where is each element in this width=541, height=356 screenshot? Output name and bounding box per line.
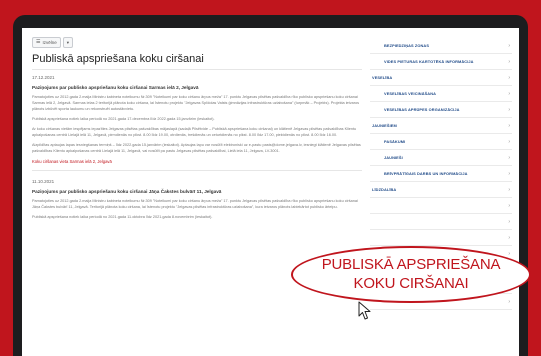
post-date: 11.10.2021 (32, 179, 55, 184)
sidebar-item[interactable]: LĪDZDALĪBA › (370, 182, 512, 198)
chevron-right-icon: › (508, 74, 510, 81)
sidebar-item[interactable]: VESELĪBAS VEICINĀŠANA › (370, 86, 512, 102)
dropdown-button[interactable]: ▾ (62, 36, 74, 48)
sidebar-item[interactable]: BRĪVPRĀTĪGAIS DARBS UN INFORMĀCIJA › (370, 166, 512, 182)
post-paragraph: Pamatojoties uz 2012.gada 2.maija Minist… (32, 199, 358, 209)
main-content: ☰ Izvēlne ▾ Publiskā apspriešana koku ci… (32, 36, 362, 224)
sidebar-item[interactable]: › (370, 198, 512, 214)
post-date: 17.12.2021 (32, 75, 55, 80)
chevron-right-icon: › (508, 170, 510, 177)
sidebar-item[interactable]: VIDES PIETURAS KARTOTĒKĀ INFORMĀCIJA › (370, 54, 512, 70)
callout-banner: PUBLISKĀ APSPRIEŠANA KOKU CIRŠANAI (291, 246, 531, 303)
sidebar-item-label: VIDES PIETURAS KARTOTĒKĀ INFORMĀCIJA (384, 59, 474, 64)
sidebar-item[interactable]: JAUNIEŠIEM › (370, 118, 512, 134)
chevron-down-icon: ▾ (66, 39, 70, 45)
sidebar-item[interactable]: › (370, 214, 512, 230)
divider (32, 69, 362, 70)
divider (32, 170, 362, 171)
post-heading[interactable]: Paziņojums par publisko apspriešanu koku… (32, 189, 362, 194)
chevron-right-icon: › (508, 234, 510, 241)
chevron-right-icon: › (508, 58, 510, 65)
post-paragraph: Aizpildītas aptaujas lapas iesniegšanas … (32, 143, 361, 153)
sidebar-item-label: JAUNIEŠIEM (372, 123, 397, 128)
toolbar: ☰ Izvēlne ▾ (32, 36, 362, 48)
post-paragraph: Ar koku ciršanas vietām iespējams iepazī… (32, 127, 357, 137)
sidebar-item[interactable]: VESELĪBAS APRŪPES ORGANIZĀCIJA › (370, 102, 512, 118)
chevron-right-icon: › (508, 218, 510, 225)
chevron-right-icon: › (508, 154, 510, 161)
chevron-right-icon: › (508, 106, 510, 113)
sidebar-item-label: LĪDZDALĪBA (372, 187, 397, 192)
page-title: Publiskā apspriešana koku ciršanai (32, 53, 204, 65)
menu-button-label: Izvēlne (42, 39, 57, 45)
callout-line-1: PUBLISKĀ APSPRIEŠANA (321, 256, 501, 273)
chevron-right-icon: › (508, 138, 510, 145)
chevron-right-icon: › (508, 122, 510, 129)
mouse-pointer-icon (358, 301, 371, 320)
sidebar-item[interactable]: PASĀKUMI › (370, 134, 512, 150)
post-paragraph: Pamatojoties uz 2012.gada 2.maija Minist… (32, 95, 359, 111)
sidebar-item[interactable]: JAUNIEŠI › (370, 150, 512, 166)
sidebar-item[interactable]: › (370, 230, 512, 246)
chevron-right-icon: › (508, 90, 510, 97)
chevron-right-icon: › (508, 202, 510, 209)
post-link[interactable]: Koku ciršanas vieta Sarmas ielā 2, Jelga… (32, 159, 362, 164)
post: 11.10.2021 Paziņojums par publisko apspri… (32, 179, 362, 220)
post: 17.12.2021 Paziņojums par publisko apspri… (32, 75, 362, 171)
sidebar-item-label: BEZPIEDZIŅAS ZONAS (384, 43, 430, 48)
post-heading[interactable]: Paziņojums par publisko apspriešanu koku… (32, 85, 362, 90)
hamburger-icon: ☰ (36, 38, 41, 45)
post-paragraph: Publiskā apspriešana notiek laika period… (32, 117, 215, 121)
posts-list: 17.12.2021 Paziņojums par publisko apspri… (32, 75, 362, 220)
sidebar-item-label: BRĪVPRĀTĪGAIS DARBS UN INFORMĀCIJA (384, 171, 468, 176)
sidebar-item[interactable]: BEZPIEDZIŅAS ZONAS › (370, 38, 512, 54)
chevron-right-icon: › (508, 298, 510, 305)
chevron-right-icon: › (508, 42, 510, 49)
menu-button[interactable]: ☰ Izvēlne (32, 36, 61, 48)
callout-line-2: KOKU CIRŠANAI (353, 275, 469, 292)
post-paragraph: Publiskā apspriešana notiek laika period… (32, 215, 213, 219)
sidebar-item-label: VESELĪBAS APRŪPES ORGANIZĀCIJA (384, 107, 460, 112)
sidebar-item-label: VESELĪBA (372, 75, 393, 80)
sidebar-item-label: JAUNIEŠI (384, 155, 403, 160)
chevron-right-icon: › (508, 186, 510, 193)
sidebar-item[interactable]: VESELĪBA › (370, 70, 512, 86)
sidebar-item-label: VESELĪBAS VEICINĀŠANA (384, 91, 437, 96)
sidebar-item-label: PASĀKUMI (384, 139, 406, 144)
browser-screen: ☰ Izvēlne ▾ Publiskā apspriešana koku ci… (22, 28, 519, 356)
